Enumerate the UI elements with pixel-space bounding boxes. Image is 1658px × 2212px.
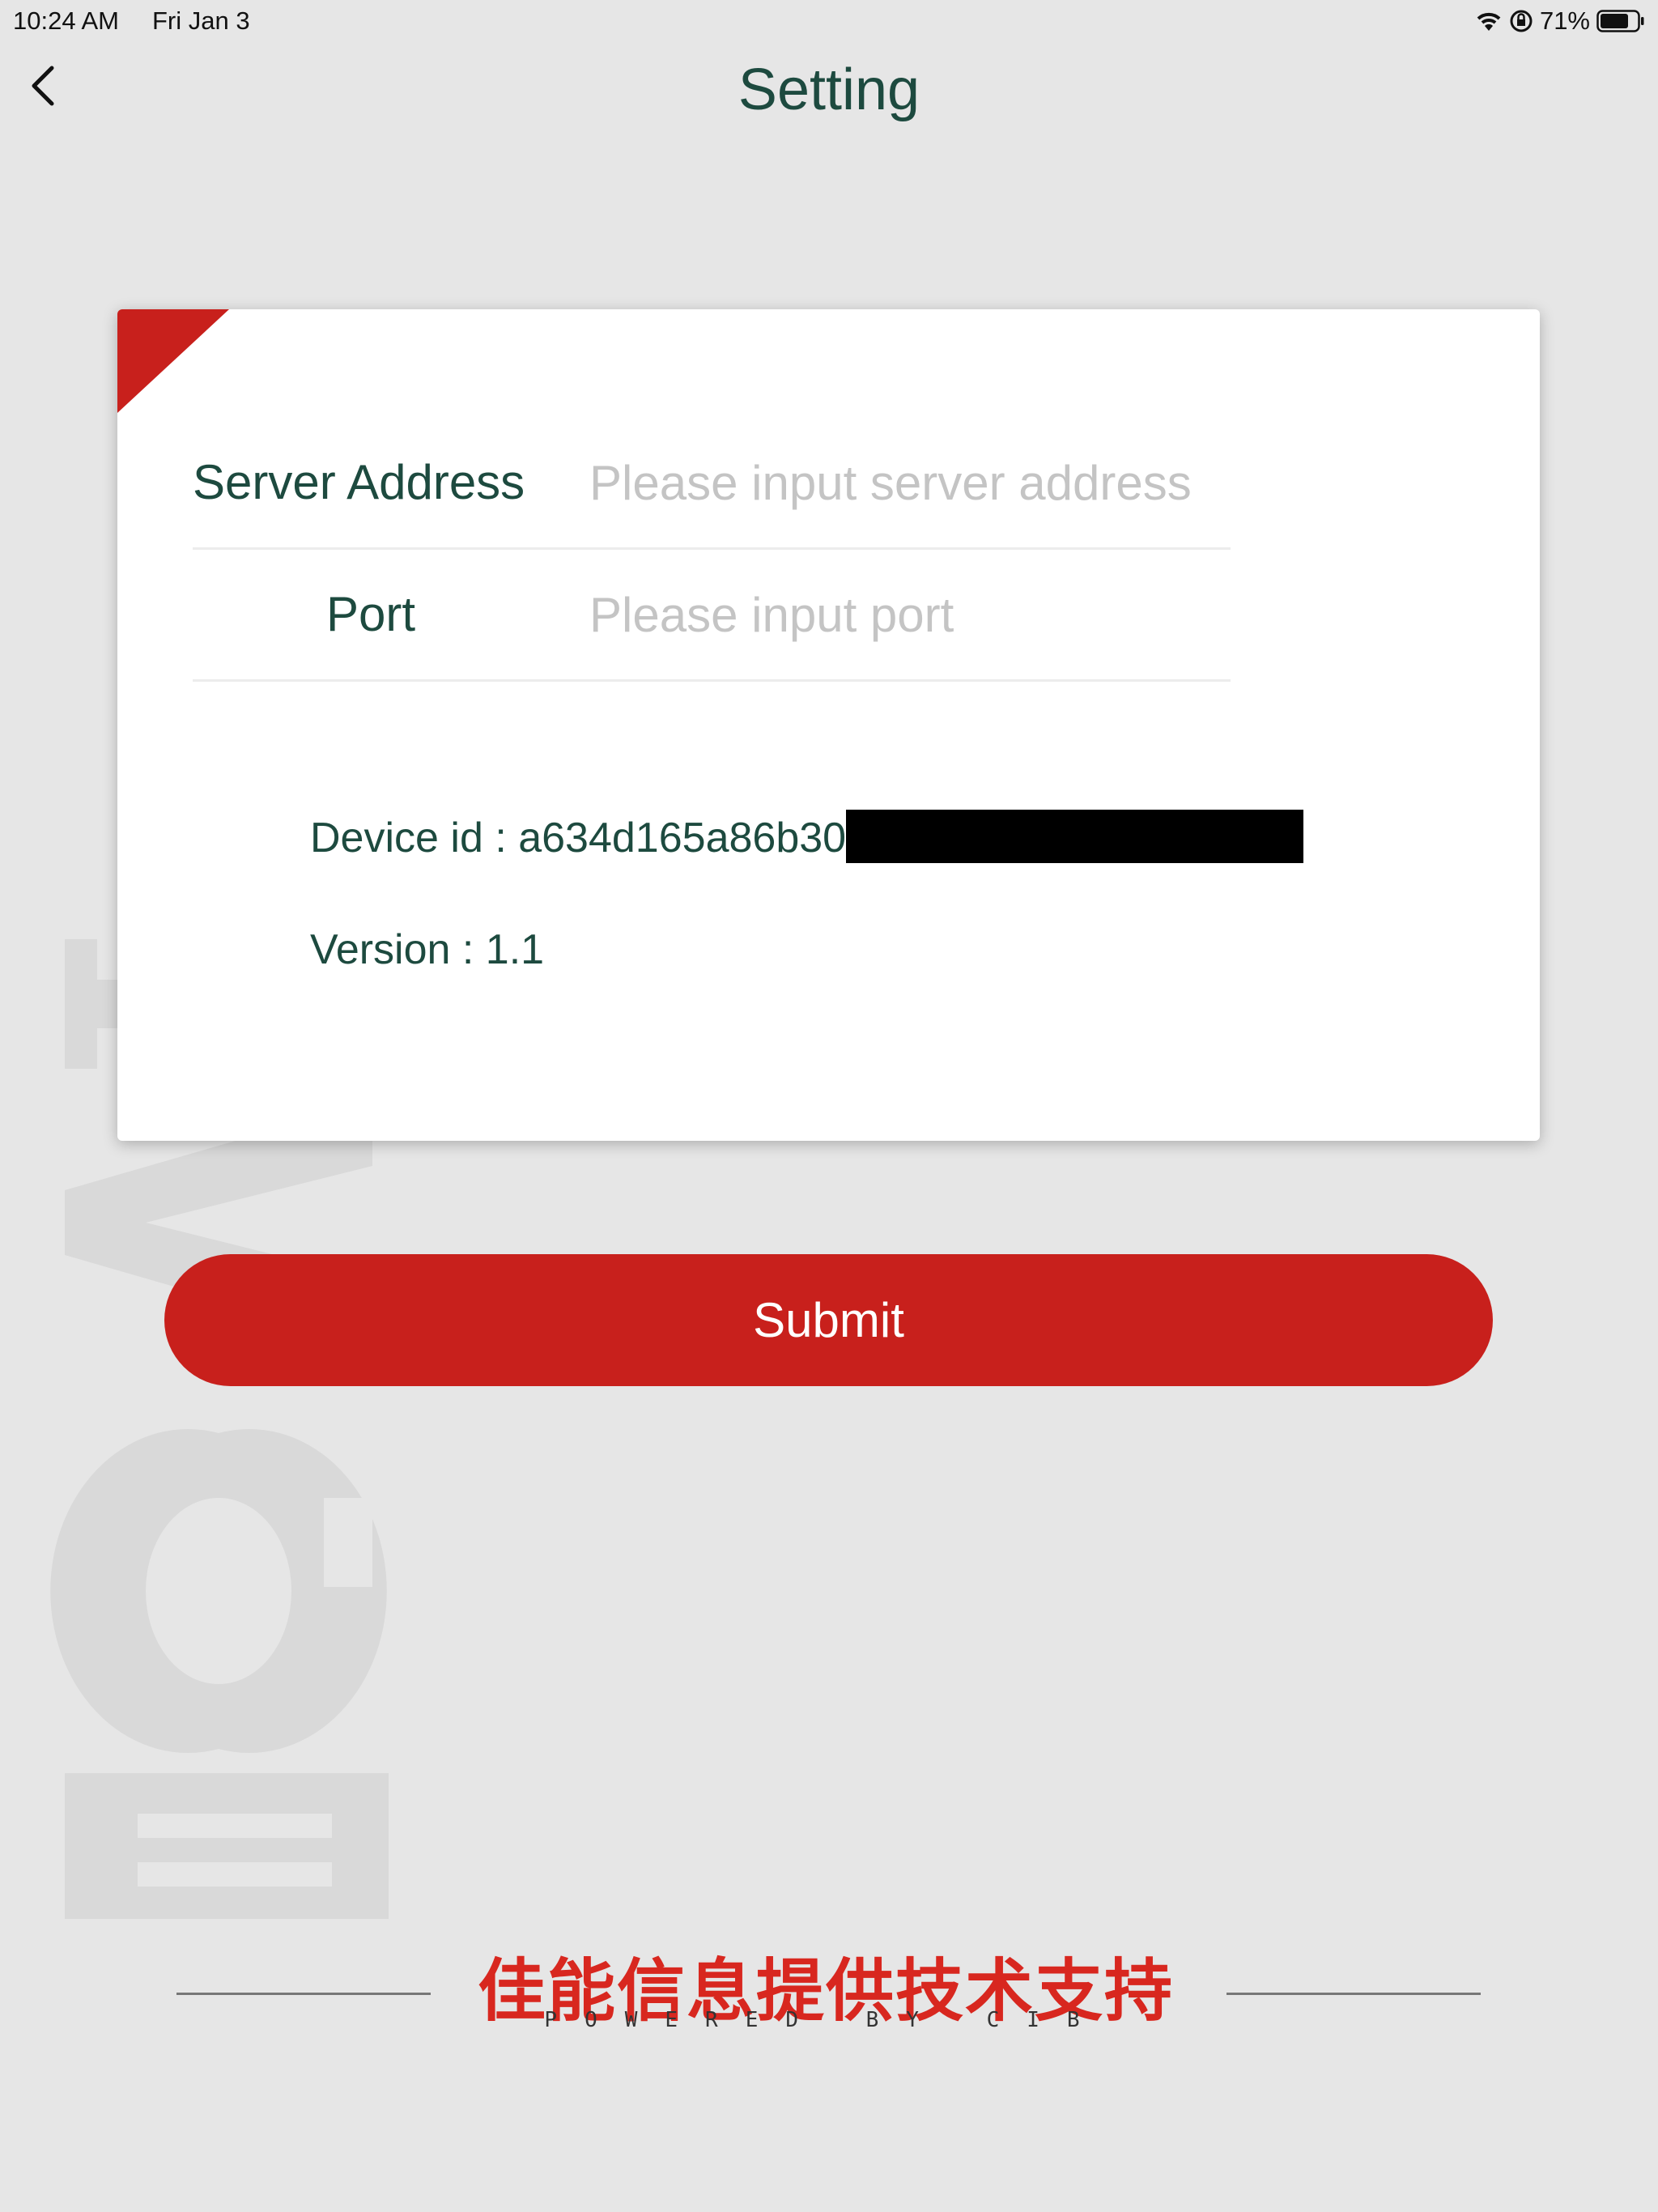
port-label: Port: [325, 587, 416, 641]
page-title: Setting: [738, 57, 920, 122]
server-address-input[interactable]: [589, 446, 1221, 519]
submit-button[interactable]: Submit: [164, 1254, 1493, 1386]
port-row: Port: [193, 550, 1231, 682]
battery-icon: [1596, 10, 1644, 32]
orientation-lock-icon: [1510, 10, 1533, 32]
device-id-line: Device id : a634d165a86b30: [310, 810, 1304, 864]
status-bar: 10:24 AM Fri Jan 3 71%: [0, 0, 1658, 42]
footer-powered-by: POWERED BY CIB: [544, 2008, 1107, 2032]
status-date: Fri Jan 3: [152, 6, 250, 35]
battery-percentage: 71%: [1539, 6, 1590, 35]
version-text: Version : 1.1: [310, 926, 545, 973]
wifi-icon: [1477, 12, 1501, 31]
port-input[interactable]: [589, 578, 1221, 651]
device-id-text: Device id : a634d165a86b30: [310, 815, 847, 861]
redaction-bar: [846, 810, 1304, 864]
status-indicators: 71%: [1475, 6, 1645, 36]
server-address-row: Server Address: [193, 418, 1231, 550]
card-corner-accent: [117, 309, 229, 413]
footer-divider-right: [1226, 1993, 1481, 1995]
server-address-label: Server Address: [193, 455, 525, 509]
status-time: 10:24 AM: [13, 6, 119, 35]
footer-divider-left: [176, 1993, 431, 1995]
